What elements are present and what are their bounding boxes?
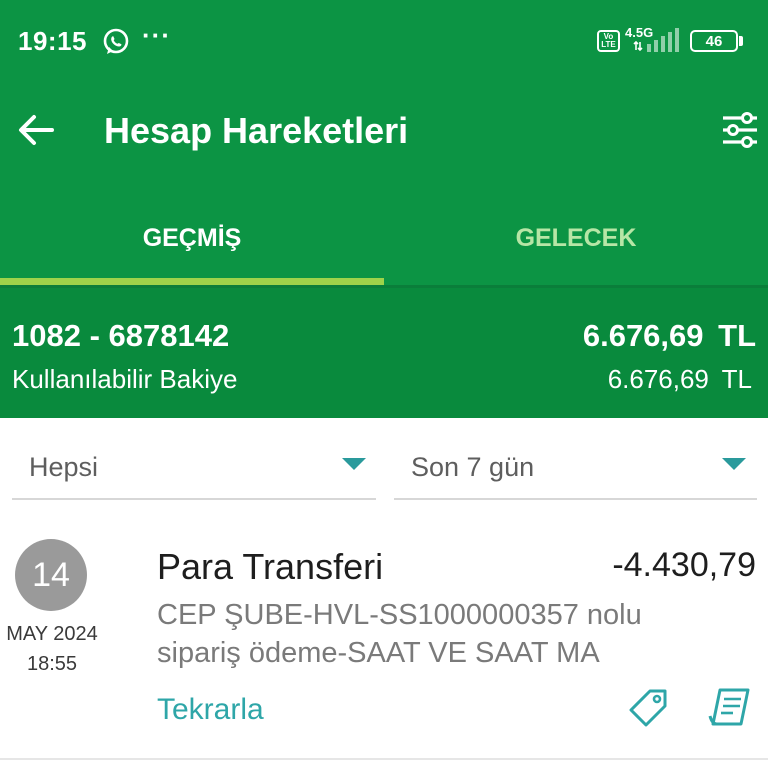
transaction-day-badge: 14 [15,539,87,611]
transaction-amount: -4.430,79 [612,546,756,584]
list-divider [0,758,768,760]
page-title: Hesap Hareketleri [104,110,409,151]
dropdown-arrow-icon [342,458,366,470]
whatsapp-icon [103,28,129,54]
battery-icon: 46 [690,30,738,52]
transaction-description: CEP ŞUBE-HVL-SS1000000357 nolu sipariş ö… [157,599,642,669]
app-bar: Hesap Hareketleri [0,82,768,178]
available-balance-value: 6.676,69 TL [607,364,752,394]
more-notifications-icon: ··· [142,20,171,50]
transaction-month-year: MAY 2024 [6,623,98,645]
date-range-dropdown[interactable]: Son 7 gün [394,436,757,500]
filter-settings-icon[interactable] [720,110,760,150]
transaction-item[interactable]: 14 MAY 2024 18:55 Para Transferi -4.430,… [0,520,768,760]
dropdown-arrow-icon [722,458,746,470]
transaction-type-dropdown[interactable]: Hepsi [12,436,376,500]
receipt-icon[interactable] [708,686,752,730]
battery-tip [739,36,743,46]
transaction-time: 18:55 [26,653,78,675]
available-balance-label: Kullanılabilir Bakiye [12,364,238,394]
volte-icon: Vo LTE [597,30,620,52]
back-arrow-icon[interactable] [16,110,56,150]
tab-gelecek[interactable]: GELECEK [384,178,768,288]
transaction-type-value: Hepsi [29,452,99,482]
account-number: 1082 - 6878142 [12,318,230,353]
account-balance: 6.676,69 TL [582,318,756,353]
tab-gecmis[interactable]: GEÇMİŞ [0,178,384,288]
account-summary: 1082 - 6878142 6.676,69 TL Kullanılabili… [0,288,768,418]
transaction-title: Para Transferi [157,546,384,587]
status-bar: 19:15 ··· Vo LTE 4.5G 46 [0,0,768,82]
repeat-transaction-link[interactable]: Tekrarla [157,693,264,727]
tag-icon[interactable] [628,688,668,728]
active-tab-indicator [0,278,384,285]
battery-level: 46 [705,33,723,50]
status-time: 19:15 [18,26,87,56]
signal-icon [633,28,679,52]
tab-bar: GEÇMİŞ GELECEK [0,178,768,288]
date-range-value: Son 7 gün [411,452,535,482]
